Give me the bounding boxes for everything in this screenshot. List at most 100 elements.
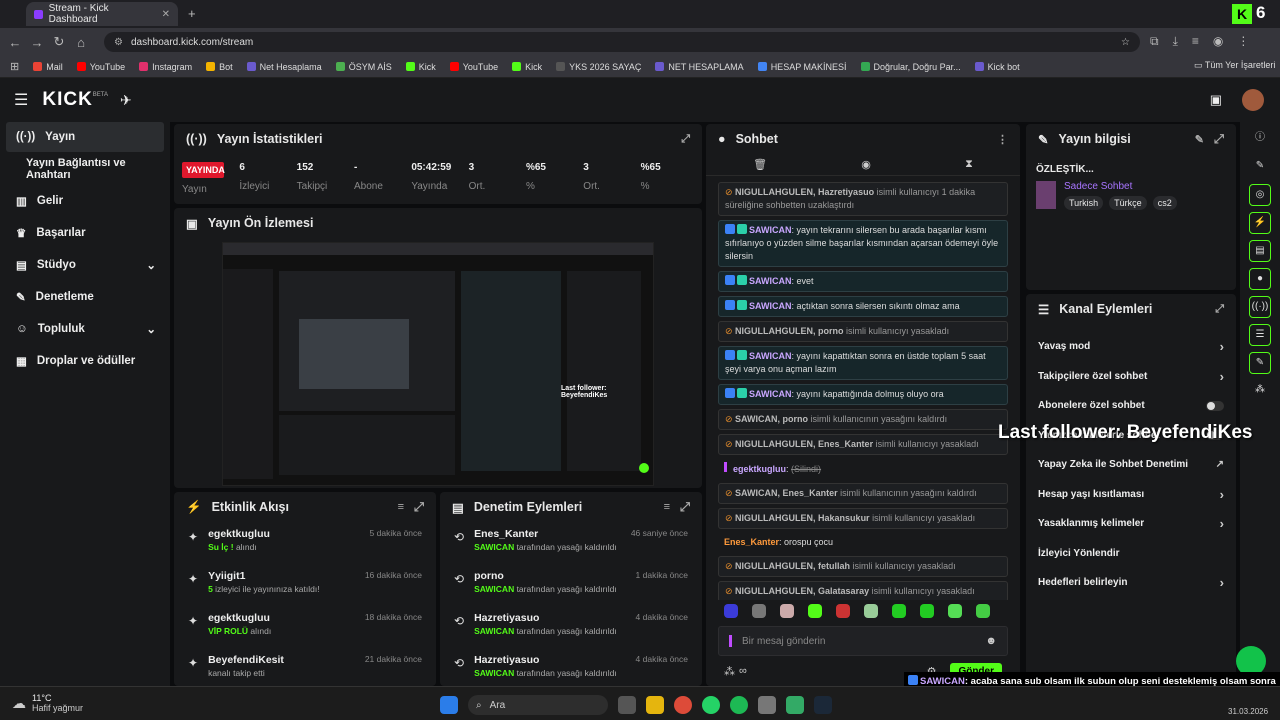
chat-username[interactable]: NIGULLAHGULEN, fetullah bbox=[735, 561, 850, 571]
chat-message[interactable]: ⊘ NIGULLAHGULEN, Hazretiyasuo isimli kul… bbox=[718, 182, 1008, 216]
new-tab-icon[interactable]: + bbox=[188, 6, 196, 21]
forward-icon[interactable]: → bbox=[26, 35, 48, 50]
sidebar-item-studyo[interactable]: ▤ Stüdyo ⌄ bbox=[0, 249, 170, 281]
channel-action-item[interactable]: Yapay Zeka ile Sohbet Denetimi ↗ bbox=[1026, 450, 1236, 480]
chat-username[interactable]: SAWICAN bbox=[749, 225, 792, 235]
back-icon[interactable]: ← bbox=[4, 35, 26, 50]
bookmark-star-icon[interactable]: ☆ bbox=[1121, 37, 1130, 48]
chat-menu-icon[interactable]: ⋮ bbox=[997, 133, 1008, 146]
tag[interactable]: Türkçe bbox=[1109, 196, 1147, 210]
chat-message[interactable]: ⊘ SAWICAN, Enes_Kanter isimli kullanıcın… bbox=[718, 483, 1008, 504]
chat-message[interactable]: ⊘ SAWICAN, porno isimli kullanıcının yas… bbox=[718, 409, 1008, 430]
sidebar-item-gelir[interactable]: ▥ Gelir bbox=[0, 185, 170, 217]
emote-icon[interactable] bbox=[892, 604, 906, 618]
emote-icon[interactable] bbox=[976, 604, 990, 618]
app-icon[interactable] bbox=[758, 696, 776, 714]
bookmark-item[interactable]: YouTube bbox=[76, 62, 125, 72]
channel-action-item[interactable]: Abonelere özel sohbet bbox=[1026, 391, 1236, 421]
reload-icon[interactable]: ↻ bbox=[48, 34, 70, 50]
item-name[interactable]: egektkugluu bbox=[208, 528, 270, 540]
bookmark-item[interactable]: Doğrular, Doğru Par... bbox=[860, 62, 961, 72]
emote-icon[interactable] bbox=[948, 604, 962, 618]
task-view-icon[interactable] bbox=[618, 696, 636, 714]
sidebar-item-droplar[interactable]: ▦ Droplar ve ödüller bbox=[0, 345, 170, 377]
weather-widget[interactable]: ☁ 11°C Hafif yağmur bbox=[12, 693, 83, 713]
chat-username[interactable]: NIGULLAHGULEN, Hakansukur bbox=[735, 513, 870, 523]
browser-tab[interactable]: Stream - Kick Dashboard ✕ bbox=[26, 2, 178, 26]
rail-bolt-icon[interactable]: ⚡ bbox=[1249, 212, 1271, 234]
infinity-icon[interactable]: ∞ bbox=[739, 665, 747, 677]
all-bookmarks[interactable]: ▭ Tüm Yer İşaretleri bbox=[1194, 60, 1275, 71]
popout-icon[interactable]: ⤢ bbox=[681, 133, 690, 146]
rail-document-icon[interactable]: ▤ bbox=[1249, 240, 1271, 262]
bookmark-item[interactable]: Mail bbox=[33, 62, 63, 72]
tag[interactable]: Turkish bbox=[1064, 196, 1104, 210]
rail-wrench-icon[interactable]: ✎ bbox=[1249, 352, 1271, 374]
emote-icon[interactable] bbox=[780, 604, 794, 618]
trash-icon[interactable]: 🗑 bbox=[753, 158, 767, 171]
channel-action-item[interactable]: Yasaklanmış kelimeler › bbox=[1026, 509, 1236, 539]
chat-message[interactable]: SAWICAN: evet bbox=[718, 271, 1008, 292]
bookmark-item[interactable]: HESAP MAKİNESİ bbox=[757, 62, 847, 72]
profile-icon[interactable]: ◉ bbox=[1213, 34, 1223, 49]
emote-icon[interactable] bbox=[752, 604, 766, 618]
bookmark-item[interactable]: Net Hesaplama bbox=[246, 62, 322, 72]
people-icon[interactable]: ⁂ bbox=[724, 665, 735, 678]
sidebar-item-topluluk[interactable]: ☺ Topluluk ⌄ bbox=[0, 313, 170, 345]
bookmark-item[interactable]: ÖSYM AİS bbox=[335, 62, 392, 72]
chat-username[interactable]: SAWICAN, Enes_Kanter bbox=[735, 488, 838, 498]
item-name[interactable]: Hazretiyasuo bbox=[474, 654, 617, 666]
sidebar-item-denetleme[interactable]: ✎ Denetleme bbox=[0, 281, 170, 313]
chat-message[interactable]: ⊘ NIGULLAHGULEN, Galatasaray isimli kull… bbox=[718, 581, 1008, 600]
taskbar-search[interactable]: ⌕ Ara bbox=[468, 695, 608, 715]
pencil-icon[interactable]: ✎ bbox=[1249, 156, 1271, 178]
edit-icon[interactable]: ✎ bbox=[1195, 133, 1204, 146]
popout-icon[interactable]: ⤢ bbox=[414, 500, 424, 515]
file-explorer-icon[interactable] bbox=[646, 696, 664, 714]
channel-action-item[interactable]: İzleyici Yönlendir bbox=[1026, 539, 1236, 569]
category-link[interactable]: Sadece Sohbet bbox=[1064, 181, 1177, 192]
apps-icon[interactable]: ⊞ bbox=[10, 60, 19, 73]
steam-icon[interactable] bbox=[814, 696, 832, 714]
kick-logo[interactable]: KICK bbox=[42, 89, 92, 111]
chat-message[interactable]: SAWICAN: açtıktan sonra silersen sıkıntı… bbox=[718, 296, 1008, 317]
channel-action-item[interactable]: Hedefleri belirleyin › bbox=[1026, 568, 1236, 598]
chat-username[interactable]: SAWICAN bbox=[749, 301, 792, 311]
site-info-icon[interactable]: ⚙ bbox=[114, 37, 123, 48]
chat-username[interactable]: NIGULLAHGULEN, Hazretiyasuo bbox=[735, 187, 874, 197]
emote-icon[interactable] bbox=[864, 604, 878, 618]
menu-icon[interactable]: ⋮ bbox=[1237, 34, 1249, 49]
chat-username[interactable]: Enes_Kanter bbox=[724, 537, 779, 547]
chat-username[interactable]: SAWICAN, porno bbox=[735, 414, 808, 424]
windows-start-icon[interactable] bbox=[440, 696, 458, 714]
item-name[interactable]: egektkugluu bbox=[208, 612, 271, 624]
popout-icon[interactable]: ⤢ bbox=[680, 500, 690, 515]
bookmark-item[interactable]: Bot bbox=[206, 62, 233, 72]
popout-icon[interactable]: ⤢ bbox=[1214, 132, 1224, 147]
emote-icon[interactable] bbox=[724, 604, 738, 618]
popout-icon[interactable]: ⤢ bbox=[1215, 303, 1224, 316]
bookmark-item[interactable]: Kick bbox=[512, 62, 542, 72]
bookmark-item[interactable]: Instagram bbox=[139, 62, 192, 72]
whatsapp-icon[interactable] bbox=[702, 696, 720, 714]
chat-message[interactable]: ⊘ NIGULLAHGULEN, fetullah isimli kullanı… bbox=[718, 556, 1008, 577]
chat-mode-icon[interactable]: ◉ bbox=[861, 158, 871, 171]
info-icon[interactable]: ⓘ bbox=[1249, 128, 1271, 150]
home-icon[interactable]: ⌂ bbox=[70, 35, 92, 50]
hourglass-icon[interactable]: ⧗ bbox=[965, 158, 973, 171]
download-icon[interactable]: ⤓ bbox=[1173, 34, 1178, 49]
chrome-icon[interactable] bbox=[674, 696, 692, 714]
bookmark-item[interactable]: Kick bot bbox=[974, 62, 1020, 72]
item-name[interactable]: porno bbox=[474, 570, 617, 582]
item-name[interactable]: Enes_Kanter bbox=[474, 528, 617, 540]
filter-icon[interactable]: ≡ bbox=[664, 501, 670, 513]
tab-close-icon[interactable]: ✕ bbox=[162, 9, 170, 20]
bookmark-item[interactable]: YouTube bbox=[449, 62, 498, 72]
emoji-icon[interactable]: ☻ bbox=[985, 635, 997, 647]
tag[interactable]: cs2 bbox=[1152, 196, 1177, 210]
chat-username[interactable]: egektkugluu bbox=[733, 464, 786, 474]
bookmark-item[interactable]: YKS 2026 SAYAÇ bbox=[556, 62, 641, 72]
chat-message[interactable]: ⊘ NIGULLAHGULEN, Hakansukur isimli kulla… bbox=[718, 508, 1008, 529]
media-icon[interactable]: ≡ bbox=[1192, 34, 1199, 49]
user-avatar[interactable] bbox=[1242, 89, 1264, 111]
